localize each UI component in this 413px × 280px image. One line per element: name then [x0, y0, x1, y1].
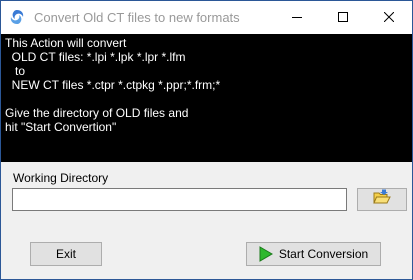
- app-swirl-icon: [9, 9, 25, 25]
- console-line: This Action will convert: [5, 36, 127, 50]
- folder-browse-icon: [373, 189, 391, 210]
- working-directory-input[interactable]: [12, 188, 347, 211]
- maximize-icon: [338, 9, 348, 27]
- console-line: NEW CT files *.ctpr *.ctpkg *.ppr;*.frm;…: [5, 78, 221, 92]
- close-button[interactable]: [366, 1, 412, 34]
- start-conversion-label: Start Conversion: [278, 247, 369, 261]
- minimize-button[interactable]: [274, 1, 320, 34]
- console-line: hit "Start Convertion": [5, 120, 117, 134]
- close-icon: [383, 9, 395, 27]
- exit-button[interactable]: Exit: [30, 242, 102, 266]
- console-line: OLD CT files: *.lpi *.lpk *.lpr *.lfm: [5, 50, 186, 64]
- browse-folder-button[interactable]: [357, 188, 407, 211]
- exit-button-label: Exit: [55, 247, 76, 261]
- minimize-icon: [292, 9, 302, 27]
- window-title: Convert Old CT files to new formats: [34, 10, 240, 25]
- title-bar[interactable]: Convert Old CT files to new formats: [1, 1, 412, 34]
- info-console: This Action will convert OLD CT files: *…: [1, 34, 412, 162]
- start-conversion-button[interactable]: Start Conversion: [246, 242, 381, 266]
- console-line: to: [5, 64, 26, 78]
- main-window: Convert Old CT files to new formats This…: [0, 0, 413, 280]
- maximize-button[interactable]: [320, 1, 366, 34]
- console-line: Give the directory of OLD files and: [5, 106, 189, 120]
- play-icon: [259, 246, 273, 262]
- working-directory-label: Working Directory: [13, 171, 109, 185]
